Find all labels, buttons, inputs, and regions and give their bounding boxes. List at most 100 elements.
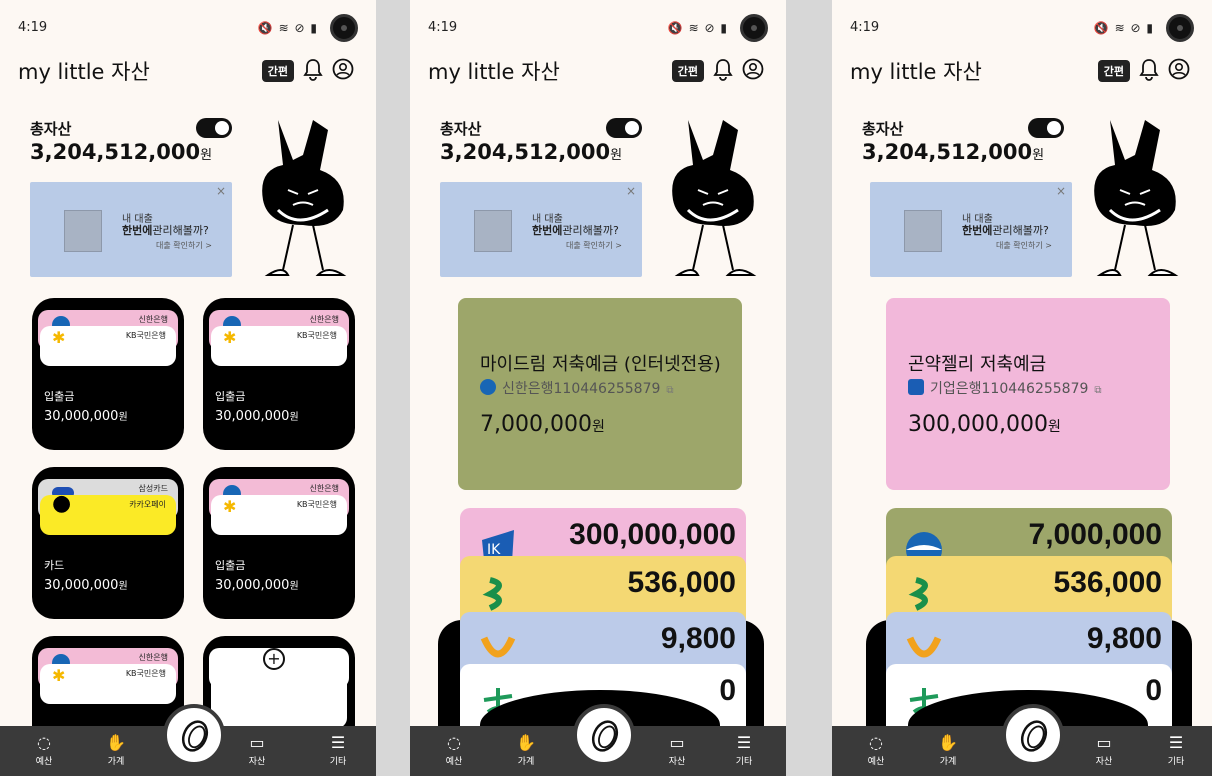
nav-household[interactable]: ✋ 가계 bbox=[926, 732, 970, 767]
phone-screen-detail-2: 4:19 🔇 ≋ ⊘ ▮ my little 자산 간편 총자산 3,204,5… bbox=[832, 0, 1212, 776]
account-name: 마이드림 저축예금 (인터넷전용) bbox=[480, 354, 721, 375]
kb-icon: ✱ bbox=[52, 328, 66, 347]
coin-icon bbox=[181, 720, 209, 752]
coin-icon bbox=[591, 720, 619, 752]
banner-link[interactable]: 대출 확인하기 > bbox=[996, 240, 1052, 251]
status-bar: 4:19 🔇 ≋ ⊘ ▮ bbox=[850, 14, 1194, 42]
app-bar: my little 자산 간편 bbox=[428, 56, 768, 86]
easy-mode-button[interactable]: 간편 bbox=[261, 60, 294, 82]
total-assets-label: 총자산 bbox=[440, 120, 482, 138]
nav-assets[interactable]: ▭ 자산 bbox=[235, 732, 279, 767]
hand-coin-icon: ✋ bbox=[516, 733, 536, 752]
app-title: my little 자산 bbox=[850, 60, 982, 84]
wallet-icon: ▭ bbox=[669, 733, 685, 752]
total-assets-value: 3,204,512,000원 bbox=[30, 140, 213, 164]
asset-tile[interactable]: 신한은행 ✱ KB국민은행 입출금 30,000,000원 bbox=[203, 467, 355, 619]
profile-icon[interactable] bbox=[332, 58, 354, 80]
asset-tile[interactable]: 신한은행 ✱ KB국민은행 입출금 30,000,000원 bbox=[203, 298, 355, 450]
status-icons: 🔇 ≋ ⊘ ▮ bbox=[257, 21, 318, 35]
total-assets-value: 3,204,512,000원 bbox=[440, 140, 623, 164]
mascot-illustration bbox=[672, 120, 757, 276]
close-icon[interactable]: × bbox=[1056, 184, 1066, 198]
asset-tile[interactable]: 신한은행 ✱ KB국민은행 입출금 30,000,000원 bbox=[32, 298, 184, 450]
account-balance: 300,000,000원 bbox=[908, 412, 1061, 437]
hide-amount-toggle[interactable] bbox=[196, 118, 232, 138]
app-bar: my little 자산 간편 bbox=[18, 56, 358, 86]
close-icon[interactable]: × bbox=[216, 184, 226, 198]
total-assets-label: 총자산 bbox=[30, 120, 72, 138]
hide-amount-toggle[interactable] bbox=[606, 118, 642, 138]
nav-more[interactable]: ☰ 기타 bbox=[316, 732, 360, 767]
hand-coin-icon: ✋ bbox=[106, 733, 126, 752]
status-time: 4:19 bbox=[18, 20, 48, 35]
kakaopay-icon: ● bbox=[52, 491, 72, 516]
tile-amount: 30,000,000원 bbox=[44, 409, 128, 424]
nav-budget[interactable]: ◌ 예산 bbox=[432, 732, 476, 767]
bell-icon[interactable] bbox=[712, 57, 734, 81]
close-icon[interactable]: × bbox=[626, 184, 636, 198]
hide-amount-toggle[interactable] bbox=[1028, 118, 1064, 138]
account-card[interactable]: 곤약젤리 저축예금 기업은행110446255879 ⧉ 300,000,000원 bbox=[886, 298, 1170, 490]
banner-link[interactable]: 대출 확인하기 > bbox=[156, 240, 212, 251]
menu-icon: ☰ bbox=[736, 733, 752, 752]
kb-icon: ✱ bbox=[52, 666, 66, 685]
kb-icon: ✱ bbox=[223, 497, 237, 516]
app-title: my little 자산 bbox=[428, 60, 560, 84]
banner-line2: 한번에관리해볼까? bbox=[122, 224, 209, 237]
banner-link[interactable]: 대출 확인하기 > bbox=[566, 240, 622, 251]
loan-banner[interactable]: × 내 대출 한번에관리해볼까? 대출 확인하기 > bbox=[440, 182, 642, 277]
account-name: 곤약젤리 저축예금 bbox=[908, 354, 1047, 375]
banner-image bbox=[474, 210, 512, 252]
nav-household[interactable]: ✋ 가계 bbox=[504, 732, 548, 767]
bell-icon[interactable] bbox=[302, 57, 324, 81]
nav-more[interactable]: ☰ 기타 bbox=[1154, 732, 1198, 767]
copy-icon[interactable]: ⧉ bbox=[666, 385, 673, 396]
loan-banner[interactable]: × 내 대출 한번에관리해볼까? 대출 확인하기 > bbox=[30, 182, 232, 277]
nav-more[interactable]: ☰ 기타 bbox=[722, 732, 766, 767]
coin-button[interactable] bbox=[1002, 704, 1064, 766]
bell-icon[interactable] bbox=[1138, 57, 1160, 81]
account-bank: 신한은행110446255879 ⧉ bbox=[480, 378, 674, 398]
easy-mode-button[interactable]: 간편 bbox=[671, 60, 704, 82]
menu-icon: ☰ bbox=[1168, 733, 1184, 752]
divider bbox=[376, 0, 410, 776]
nav-assets[interactable]: ▭ 자산 bbox=[655, 732, 699, 767]
ibk-icon bbox=[908, 379, 924, 395]
wallet-icon: ▭ bbox=[1096, 733, 1112, 752]
status-bar: 4:19 🔇 ≋ ⊘ ▮ bbox=[428, 14, 768, 42]
loan-banner[interactable]: × 내 대출 한번에관리해볼까? 대출 확인하기 > bbox=[870, 182, 1072, 277]
nav-budget[interactable]: ◌ 예산 bbox=[22, 732, 66, 767]
account-card[interactable]: 마이드림 저축예금 (인터넷전용) 신한은행110446255879 ⧉ 7,00… bbox=[458, 298, 742, 490]
camera-icon bbox=[330, 14, 358, 42]
profile-icon[interactable] bbox=[742, 58, 764, 80]
phone-screen-grid: 4:19 🔇 ≋ ⊘ ▮ my little 자산 간편 총자산 3,204,5… bbox=[0, 0, 376, 776]
camera-icon bbox=[740, 14, 768, 42]
tile-type: 입출금 bbox=[215, 559, 246, 572]
tile-amount: 30,000,000원 bbox=[44, 578, 128, 593]
banner-image bbox=[904, 210, 942, 252]
nav-budget[interactable]: ◌ 예산 bbox=[854, 732, 898, 767]
nav-household[interactable]: ✋ 가계 bbox=[94, 732, 138, 767]
menu-icon: ☰ bbox=[330, 733, 346, 752]
tile-amount: 30,000,000원 bbox=[215, 409, 299, 424]
mascot-illustration bbox=[262, 120, 347, 276]
nav-assets[interactable]: ▭ 자산 bbox=[1082, 732, 1126, 767]
phone-screen-detail: 4:19 🔇 ≋ ⊘ ▮ my little 자산 간편 총자산 3,204,5… bbox=[410, 0, 786, 776]
hand-coin-icon: ✋ bbox=[938, 733, 958, 752]
coin-button[interactable] bbox=[573, 704, 635, 766]
sc-icon bbox=[908, 577, 928, 611]
app-title: my little 자산 bbox=[18, 60, 150, 84]
kb-icon: ✱ bbox=[223, 328, 237, 347]
plus-icon[interactable]: + bbox=[263, 648, 285, 670]
tile-type: 입출금 bbox=[215, 390, 246, 403]
wallet-icon: ▭ bbox=[249, 733, 265, 752]
banner-image bbox=[64, 210, 102, 252]
account-balance: 7,000,000원 bbox=[480, 412, 605, 437]
copy-icon[interactable]: ⧉ bbox=[1094, 385, 1101, 396]
coin-button[interactable] bbox=[163, 704, 225, 766]
shinhan-icon bbox=[480, 379, 496, 395]
asset-tile[interactable]: 삼성카드 ● 카카오페이 카드 30,000,000원 bbox=[32, 467, 184, 619]
app-bar: my little 자산 간편 bbox=[850, 56, 1194, 86]
profile-icon[interactable] bbox=[1168, 58, 1190, 80]
easy-mode-button[interactable]: 간편 bbox=[1097, 60, 1130, 82]
